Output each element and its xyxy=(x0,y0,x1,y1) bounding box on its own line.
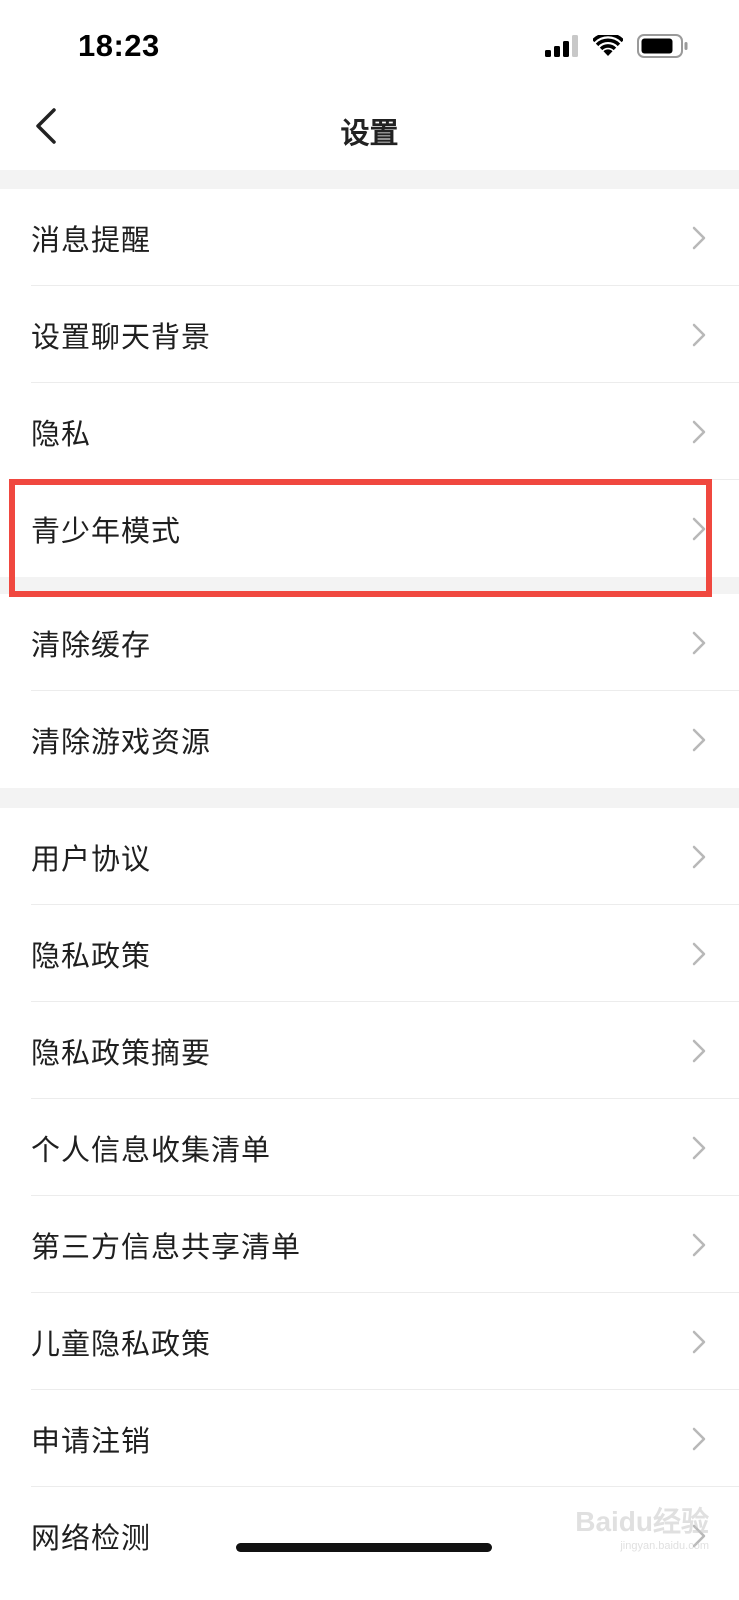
settings-row-teen-mode[interactable]: 青少年模式 xyxy=(0,480,739,577)
row-label: 隐私 xyxy=(31,416,92,451)
settings-row-privacy[interactable]: 隐私 xyxy=(0,383,739,480)
section-gap xyxy=(0,577,739,594)
row-label: 清除游戏资源 xyxy=(31,724,212,759)
page-title: 设置 xyxy=(340,116,399,150)
row-label: 用户协议 xyxy=(31,841,152,876)
chevron-right-icon xyxy=(692,728,706,751)
section-gap xyxy=(0,788,739,808)
chevron-right-icon xyxy=(692,226,706,249)
status-bar: 18:23 xyxy=(0,0,739,92)
row-label: 设置聊天背景 xyxy=(31,319,212,354)
watermark: Baidu经验 jingyan.baidu.com xyxy=(575,1500,709,1552)
settings-row-message-reminder[interactable]: 消息提醒 xyxy=(0,189,739,286)
settings-row-clear-cache[interactable]: 清除缓存 xyxy=(0,594,739,691)
settings-row-account-cancellation[interactable]: 申请注销 xyxy=(0,1390,739,1487)
row-label: 第三方信息共享清单 xyxy=(31,1229,302,1264)
wifi-icon xyxy=(591,32,625,61)
settings-row-privacy-policy-summary[interactable]: 隐私政策摘要 xyxy=(0,1002,739,1099)
settings-section-legal: 用户协议 隐私政策 隐私政策摘要 个人信息收集清单 第三方信息共享清单 儿童隐私… xyxy=(0,808,739,1584)
settings-row-children-privacy-policy[interactable]: 儿童隐私政策 xyxy=(0,1293,739,1390)
chevron-right-icon xyxy=(692,845,706,868)
nav-bar: 设置 xyxy=(0,92,739,170)
chevron-right-icon xyxy=(692,323,706,346)
watermark-url: jingyan.baidu.com xyxy=(620,1540,709,1552)
section-gap xyxy=(0,170,739,189)
chevron-right-icon xyxy=(692,1330,706,1353)
row-label: 个人信息收集清单 xyxy=(31,1132,272,1167)
settings-row-clear-game-resources[interactable]: 清除游戏资源 xyxy=(0,691,739,788)
chevron-right-icon xyxy=(692,517,706,540)
chevron-right-icon xyxy=(692,631,706,654)
row-label: 申请注销 xyxy=(31,1423,152,1458)
chevron-right-icon xyxy=(692,942,706,965)
row-label: 隐私政策 xyxy=(31,938,152,973)
chevron-right-icon xyxy=(692,1039,706,1062)
row-label: 儿童隐私政策 xyxy=(31,1326,212,1361)
settings-section-storage: 清除缓存 清除游戏资源 xyxy=(0,594,739,788)
settings-row-privacy-policy[interactable]: 隐私政策 xyxy=(0,905,739,1002)
settings-row-user-agreement[interactable]: 用户协议 xyxy=(0,808,739,905)
home-indicator[interactable] xyxy=(236,1543,492,1552)
row-label: 消息提醒 xyxy=(31,222,152,257)
chevron-right-icon xyxy=(692,420,706,443)
settings-row-personal-info-list[interactable]: 个人信息收集清单 xyxy=(0,1099,739,1196)
chevron-right-icon xyxy=(692,1136,706,1159)
row-label: 清除缓存 xyxy=(31,627,152,662)
chevron-right-icon xyxy=(692,1427,706,1450)
status-time: 18:23 xyxy=(78,28,160,63)
row-label: 隐私政策摘要 xyxy=(31,1035,212,1070)
settings-section-general: 消息提醒 设置聊天背景 隐私 青少年模式 xyxy=(0,189,739,577)
chevron-right-icon xyxy=(692,1233,706,1256)
row-label: 网络检测 xyxy=(31,1520,152,1555)
status-icons xyxy=(545,32,689,62)
settings-row-third-party-sharing-list[interactable]: 第三方信息共享清单 xyxy=(0,1196,739,1293)
battery-icon xyxy=(637,34,689,62)
watermark-logo: Baidu经验 xyxy=(575,1506,709,1537)
cellular-signal-icon xyxy=(545,35,579,61)
row-label: 青少年模式 xyxy=(31,513,182,548)
settings-row-chat-background[interactable]: 设置聊天背景 xyxy=(0,286,739,383)
